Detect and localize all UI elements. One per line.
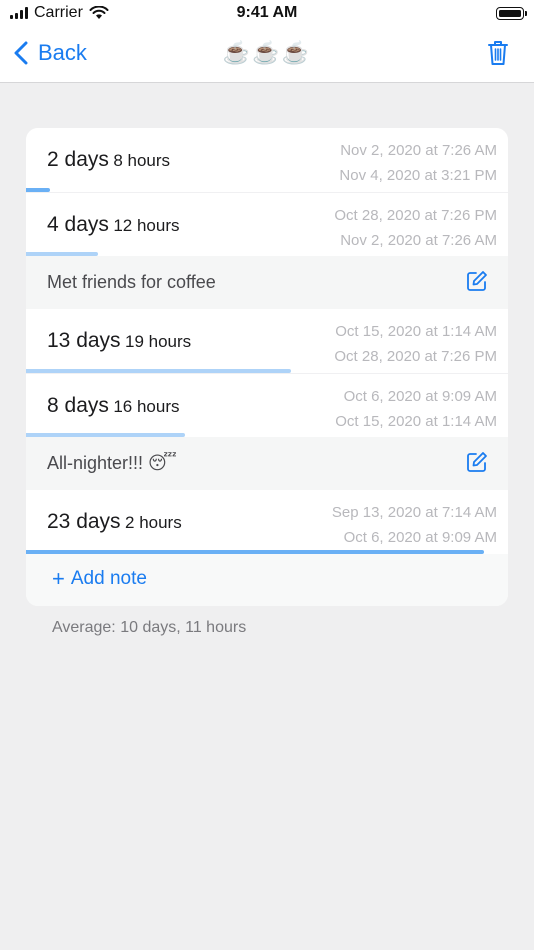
duration-hours: 8 hours — [113, 151, 171, 170]
interval-start-date: Oct 28, 2020 at 7:26 PM — [334, 348, 497, 365]
interval-dates: Oct 15, 2020 at 1:14 AM Oct 28, 2020 at … — [334, 319, 497, 369]
trash-icon — [488, 41, 508, 65]
edit-icon[interactable] — [466, 270, 488, 292]
delete-button[interactable] — [488, 40, 508, 71]
average-label: Average: 10 days, 11 hours — [52, 619, 247, 636]
interval-dates: Oct 6, 2020 at 9:09 AM Oct 15, 2020 at 1… — [335, 384, 497, 434]
interval-duration: 8 days 16 hours — [47, 394, 180, 418]
status-bar: Carrier 9:41 AM — [0, 0, 534, 28]
duration-days: 8 days — [47, 394, 109, 417]
interval-row[interactable]: 4 days 12 hours Oct 28, 2020 at 7:26 PM … — [26, 192, 508, 256]
interval-end-date: Oct 28, 2020 at 7:26 PM — [334, 207, 497, 224]
interval-end-date: Nov 2, 2020 at 7:26 AM — [340, 142, 497, 159]
interval-start-date: Nov 2, 2020 at 7:26 AM — [340, 232, 497, 249]
interval-row[interactable]: 2 days 8 hours Nov 2, 2020 at 7:26 AM No… — [26, 128, 508, 192]
interval-duration: 2 days 8 hours — [47, 148, 170, 172]
note-text: All-nighter!!! 😴 — [47, 453, 177, 473]
interval-duration: 4 days 12 hours — [47, 213, 180, 237]
interval-start-date: Oct 15, 2020 at 1:14 AM — [335, 413, 497, 430]
duration-hours: 16 hours — [113, 397, 180, 416]
duration-hours: 19 hours — [125, 332, 192, 351]
status-time: 9:41 AM — [236, 4, 298, 21]
interval-dates: Oct 28, 2020 at 7:26 PM Nov 2, 2020 at 7… — [334, 203, 497, 253]
intervals-card: 2 days 8 hours Nov 2, 2020 at 7:26 AM No… — [26, 128, 508, 606]
duration-days: 2 days — [47, 148, 109, 171]
navigation-bar: Back ☕️☕️☕️ — [0, 28, 534, 83]
duration-days: 13 days — [47, 329, 121, 352]
add-note-content: + Add note — [52, 568, 147, 590]
interval-row[interactable]: 13 days 19 hours Oct 15, 2020 at 1:14 AM… — [26, 309, 508, 373]
interval-start-date: Oct 6, 2020 at 9:09 AM — [343, 529, 497, 546]
add-note-button[interactable]: + Add note — [26, 554, 508, 606]
add-note-label: Add note — [70, 568, 147, 589]
plus-icon: + — [52, 566, 65, 591]
battery-icon — [496, 7, 527, 20]
interval-dates: Nov 2, 2020 at 7:26 AM Nov 4, 2020 at 3:… — [339, 138, 497, 188]
interval-dates: Sep 13, 2020 at 7:14 AM Oct 6, 2020 at 9… — [332, 500, 497, 550]
duration-days: 4 days — [47, 213, 109, 236]
duration-hours: 2 hours — [125, 513, 182, 532]
interval-duration: 23 days 2 hours — [47, 510, 182, 534]
duration-days: 23 days — [47, 510, 121, 533]
note-row[interactable]: Met friends for coffee — [26, 256, 508, 309]
interval-end-date: Oct 15, 2020 at 1:14 AM — [335, 323, 497, 340]
interval-end-date: Oct 6, 2020 at 9:09 AM — [343, 388, 497, 405]
edit-icon[interactable] — [466, 451, 488, 473]
page-title: ☕️☕️☕️ — [222, 40, 312, 65]
interval-duration: 13 days 19 hours — [47, 329, 191, 353]
interval-start-date: Nov 4, 2020 at 3:21 PM — [339, 167, 497, 184]
note-row[interactable]: All-nighter!!! 😴 — [26, 437, 508, 490]
interval-end-date: Sep 13, 2020 at 7:14 AM — [331, 504, 497, 521]
interval-row[interactable]: 23 days 2 hours Sep 13, 2020 at 7:14 AM … — [26, 490, 508, 554]
duration-hours: 12 hours — [113, 216, 180, 235]
note-text: Met friends for coffee — [47, 272, 216, 292]
interval-row[interactable]: 8 days 16 hours Oct 6, 2020 at 9:09 AM O… — [26, 373, 508, 437]
